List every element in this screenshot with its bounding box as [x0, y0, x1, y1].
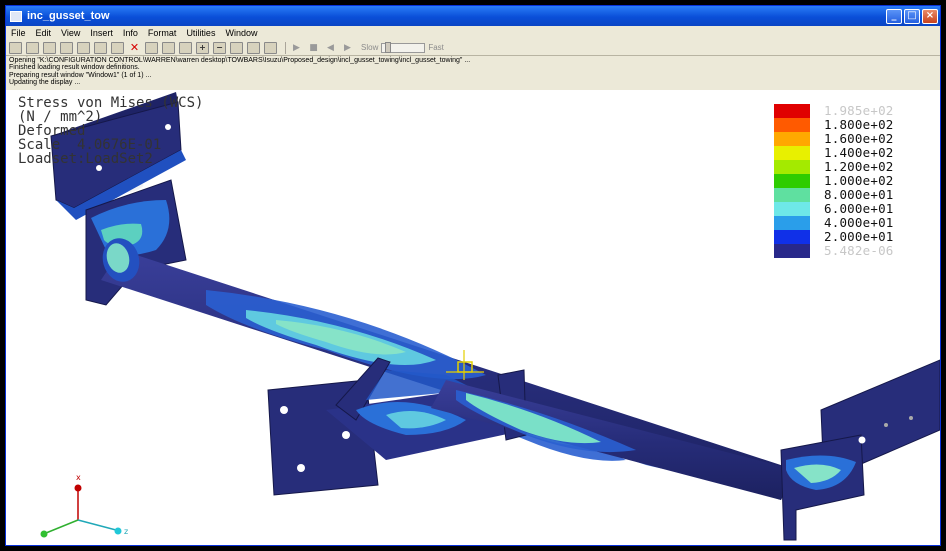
menu-bar: File Edit View Insert Info Format Utilit…: [6, 26, 940, 40]
loadset-label: Loadset:LoadSet2: [18, 151, 153, 167]
legend-swatch: [774, 104, 810, 118]
menu-info[interactable]: Info: [118, 28, 143, 38]
legend-row: 5.482e-06: [774, 243, 934, 258]
legend-swatch: [774, 230, 810, 244]
toolbar-separator: [285, 41, 286, 54]
print-icon[interactable]: [60, 41, 73, 54]
legend-swatch: [774, 174, 810, 188]
edit-window-icon[interactable]: [94, 41, 107, 54]
legend-swatch: [774, 160, 810, 174]
legend-label: 2.000e+01: [824, 229, 894, 244]
delete-icon[interactable]: ✕: [128, 42, 141, 54]
minimize-button[interactable]: _: [886, 8, 902, 24]
menu-utilities[interactable]: Utilities: [181, 28, 220, 38]
slider-thumb[interactable]: [385, 41, 392, 53]
menu-file[interactable]: File: [6, 28, 31, 38]
refit-icon[interactable]: [179, 41, 192, 54]
zoom-out-icon[interactable]: −: [213, 41, 226, 54]
legend-row: 6.000e+01: [774, 201, 934, 216]
result-quantity-label: Stress von Mises (WCS): [18, 95, 204, 111]
toolbar: ✕ + − ▶ ■ ◀ ▶ Slow Fast: [6, 40, 940, 56]
window-title: inc_gusset_tow: [27, 10, 110, 22]
close-button[interactable]: ×: [922, 8, 938, 24]
spin-icon[interactable]: [247, 41, 260, 54]
app-window: inc_gusset_tow _ □ × File Edit View Inse…: [5, 5, 941, 546]
legend-swatch: [774, 188, 810, 202]
legend-swatch: [774, 216, 810, 230]
message-line: Finished loading result window definitio…: [9, 64, 140, 72]
menu-insert[interactable]: Insert: [85, 28, 118, 38]
view-icon[interactable]: [264, 41, 277, 54]
legend-label: 4.000e+01: [824, 215, 894, 230]
message-line: Opening "K:\CONFIGURATION CONTROL\WARREN…: [9, 57, 471, 64]
plot-info: Stress von Mises (WCS) (N / mm^2) Deformed…: [18, 96, 203, 166]
legend-label: 1.200e+02: [824, 159, 894, 174]
message-line: Preparing result window "Window1" (1 of …: [9, 71, 152, 79]
scale-label: Scale 4.0676E-01: [18, 137, 162, 153]
right-mount-plate: [780, 359, 940, 541]
slow-label: Slow: [361, 43, 379, 52]
menu-view[interactable]: View: [56, 28, 85, 38]
play-icon[interactable]: ▶: [290, 42, 303, 54]
maximize-button[interactable]: □: [904, 8, 920, 24]
legend-row: 1.985e+02: [774, 103, 934, 118]
title-bar[interactable]: inc_gusset_tow _ □ ×: [6, 6, 940, 26]
legend-label: 1.985e+02: [824, 103, 894, 118]
units-label: (N / mm^2): [18, 109, 103, 125]
legend-row: 1.800e+02: [774, 117, 934, 132]
result-viewport[interactable]: x z Stress von Mises (WCS) (N / mm^2) Defo…: [6, 90, 940, 545]
legend-label: 1.800e+02: [824, 117, 894, 132]
legend-swatch: [774, 244, 810, 258]
show-window-icon[interactable]: [145, 41, 158, 54]
axis-x-label: x: [76, 473, 81, 482]
step-forward-icon[interactable]: ▶: [341, 42, 354, 54]
legend-row: 1.200e+02: [774, 159, 934, 174]
copy-window-icon[interactable]: [111, 41, 124, 54]
legend-label: 5.482e-06: [824, 243, 894, 258]
animation-speed-slider[interactable]: [381, 41, 426, 53]
new-icon[interactable]: [9, 41, 22, 54]
menu-window[interactable]: Window: [220, 28, 262, 38]
legend-label: 8.000e+01: [824, 187, 894, 202]
step-back-icon[interactable]: ◀: [324, 42, 337, 54]
message-area: Opening "K:\CONFIGURATION CONTROL\WARREN…: [6, 56, 940, 89]
save-icon[interactable]: [43, 41, 56, 54]
legend-row: 1.000e+02: [774, 173, 934, 188]
stop-icon[interactable]: ■: [307, 42, 320, 54]
legend-label: 6.000e+01: [824, 201, 894, 216]
legend-label: 1.000e+02: [824, 173, 894, 188]
legend-label: 1.400e+02: [824, 145, 894, 160]
menu-format[interactable]: Format: [143, 28, 182, 38]
open-icon[interactable]: [26, 41, 39, 54]
zoom-in-icon[interactable]: +: [196, 41, 209, 54]
legend-label: 1.600e+02: [824, 131, 894, 146]
menu-edit[interactable]: Edit: [31, 28, 57, 38]
hide-window-icon[interactable]: [162, 41, 175, 54]
tube-front-segment: [431, 380, 796, 500]
legend-row: 8.000e+01: [774, 187, 934, 202]
zoom-window-icon[interactable]: [230, 41, 243, 54]
legend-row: 2.000e+01: [774, 229, 934, 244]
legend-swatch: [774, 146, 810, 160]
coordinate-triad: x z: [40, 473, 128, 538]
legend-row: 4.000e+01: [774, 215, 934, 230]
legend-row: 1.400e+02: [774, 145, 934, 160]
legend-swatch: [774, 118, 810, 132]
result-window-icon[interactable]: [77, 41, 90, 54]
deformed-label: Deformed: [18, 123, 86, 139]
legend-swatch: [774, 202, 810, 216]
legend-row: 1.600e+02: [774, 131, 934, 146]
message-line: Updating the display ...: [9, 79, 81, 87]
legend-swatch: [774, 132, 810, 146]
axis-z-label: z: [124, 527, 128, 536]
fast-label: Fast: [428, 43, 444, 52]
app-icon: [10, 10, 22, 22]
